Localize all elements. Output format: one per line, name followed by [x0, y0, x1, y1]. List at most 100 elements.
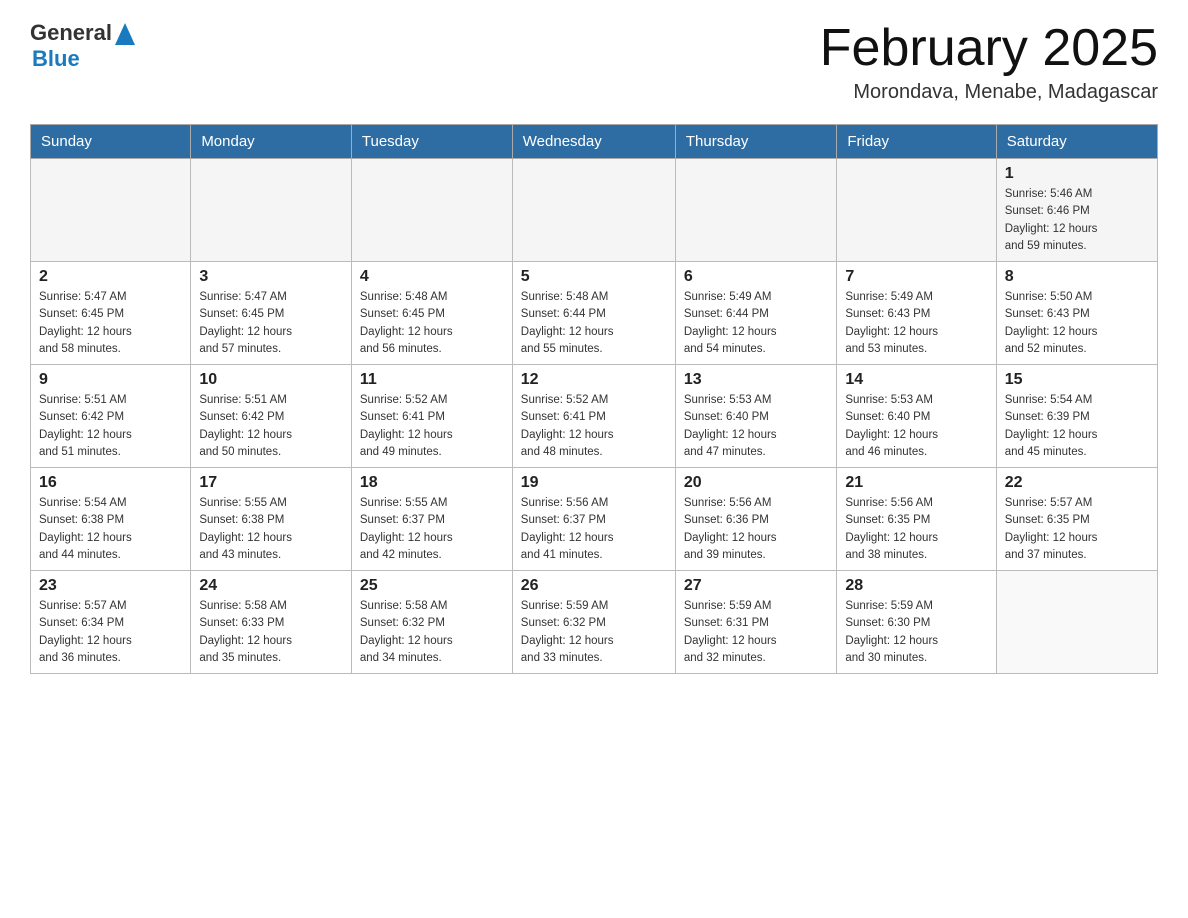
calendar-cell: 4Sunrise: 5:48 AMSunset: 6:45 PMDaylight… — [351, 262, 512, 365]
day-info: Sunrise: 5:58 AMSunset: 6:32 PMDaylight:… — [360, 598, 504, 667]
day-number: 11 — [360, 371, 504, 389]
calendar-cell: 5 Sunrise: 5:48 AMSunset: 6:44 PMDaylight… — [512, 262, 675, 365]
day-number: 22 — [1005, 474, 1149, 492]
calendar-cell — [996, 571, 1157, 674]
calendar-header-wednesday: Wednesday — [512, 125, 675, 159]
calendar-table: SundayMondayTuesdayWednesdayThursdayFrid… — [30, 124, 1158, 674]
calendar-cell: 7Sunrise: 5:49 AMSunset: 6:43 PMDaylight… — [837, 262, 996, 365]
day-number: 9 — [39, 371, 182, 389]
header: General Blue February 2025 Morondava, Me… — [30, 20, 1158, 104]
calendar-cell: 10 Sunrise: 5:51 AMSunset: 6:42 PMDayligh… — [191, 365, 352, 468]
day-number: 25 — [360, 577, 504, 595]
calendar-cell: 24Sunrise: 5:58 AMSunset: 6:33 PMDayligh… — [191, 571, 352, 674]
calendar-cell: 14 Sunrise: 5:53 AMSunset: 6:40 PMDayligh… — [837, 365, 996, 468]
day-info: Sunrise: 5:52 AMSunset: 6:41 PMDaylight:… — [360, 392, 504, 461]
day-info: Sunrise: 5:59 AMSunset: 6:32 PMDaylight:… — [521, 598, 667, 667]
calendar-week-row: 9 Sunrise: 5:51 AMSunset: 6:42 PMDaylight… — [31, 365, 1158, 468]
day-info: Sunrise: 5:50 AMSunset: 6:43 PMDaylight:… — [1005, 289, 1149, 358]
day-number: 2 — [39, 268, 182, 286]
calendar-cell: 11 Sunrise: 5:52 AMSunset: 6:41 PMDayligh… — [351, 365, 512, 468]
calendar-cell — [675, 159, 836, 262]
calendar-cell: 19Sunrise: 5:56 AMSunset: 6:37 PMDayligh… — [512, 468, 675, 571]
logo-general-text: General — [30, 20, 112, 46]
day-info: Sunrise: 5:57 AMSunset: 6:35 PMDaylight:… — [1005, 495, 1149, 564]
day-info: Sunrise: 5:52 AMSunset: 6:41 PMDaylight:… — [521, 392, 667, 461]
calendar-cell — [191, 159, 352, 262]
calendar-cell: 2 Sunrise: 5:47 AMSunset: 6:45 PMDaylight… — [31, 262, 191, 365]
day-number: 12 — [521, 371, 667, 389]
day-info: Sunrise: 5:59 AMSunset: 6:31 PMDaylight:… — [684, 598, 828, 667]
calendar-cell: 27Sunrise: 5:59 AMSunset: 6:31 PMDayligh… — [675, 571, 836, 674]
day-info: Sunrise: 5:47 AMSunset: 6:45 PMDaylight:… — [199, 289, 343, 358]
day-number: 23 — [39, 577, 182, 595]
calendar-header-tuesday: Tuesday — [351, 125, 512, 159]
calendar-header-monday: Monday — [191, 125, 352, 159]
calendar-cell: 23 Sunrise: 5:57 AMSunset: 6:34 PMDayligh… — [31, 571, 191, 674]
calendar-header-row: SundayMondayTuesdayWednesdayThursdayFrid… — [31, 125, 1158, 159]
calendar-header-friday: Friday — [837, 125, 996, 159]
day-info: Sunrise: 5:49 AMSunset: 6:43 PMDaylight:… — [845, 289, 987, 358]
calendar-cell: 26 Sunrise: 5:59 AMSunset: 6:32 PMDayligh… — [512, 571, 675, 674]
day-number: 15 — [1005, 371, 1149, 389]
calendar-cell: 9 Sunrise: 5:51 AMSunset: 6:42 PMDaylight… — [31, 365, 191, 468]
day-number: 20 — [684, 474, 828, 492]
day-number: 5 — [521, 268, 667, 286]
title-area: February 2025 Morondava, Menabe, Madagas… — [820, 20, 1158, 104]
calendar-cell: 1 Sunrise: 5:46 AMSunset: 6:46 PMDaylight… — [996, 159, 1157, 262]
logo-blue-text: Blue — [32, 46, 80, 72]
calendar-cell — [351, 159, 512, 262]
day-info: Sunrise: 5:46 AMSunset: 6:46 PMDaylight:… — [1005, 186, 1149, 255]
day-number: 6 — [684, 268, 828, 286]
calendar-cell: 28 Sunrise: 5:59 AMSunset: 6:30 PMDayligh… — [837, 571, 996, 674]
day-info: Sunrise: 5:47 AMSunset: 6:45 PMDaylight:… — [39, 289, 182, 358]
calendar-week-row: 1 Sunrise: 5:46 AMSunset: 6:46 PMDaylight… — [31, 159, 1158, 262]
day-number: 14 — [845, 371, 987, 389]
day-info: Sunrise: 5:59 AMSunset: 6:30 PMDaylight:… — [845, 598, 987, 667]
day-info: Sunrise: 5:54 AMSunset: 6:39 PMDaylight:… — [1005, 392, 1149, 461]
calendar-cell: 18 Sunrise: 5:55 AMSunset: 6:37 PMDayligh… — [351, 468, 512, 571]
calendar-cell: 12 Sunrise: 5:52 AMSunset: 6:41 PMDayligh… — [512, 365, 675, 468]
day-number: 16 — [39, 474, 182, 492]
calendar-cell — [837, 159, 996, 262]
day-info: Sunrise: 5:54 AMSunset: 6:38 PMDaylight:… — [39, 495, 182, 564]
day-number: 10 — [199, 371, 343, 389]
calendar-cell: 6 Sunrise: 5:49 AMSunset: 6:44 PMDaylight… — [675, 262, 836, 365]
day-number: 4 — [360, 268, 504, 286]
calendar-cell — [512, 159, 675, 262]
day-number: 26 — [521, 577, 667, 595]
day-number: 24 — [199, 577, 343, 595]
day-info: Sunrise: 5:51 AMSunset: 6:42 PMDaylight:… — [199, 392, 343, 461]
calendar-cell: 25 Sunrise: 5:58 AMSunset: 6:32 PMDayligh… — [351, 571, 512, 674]
calendar-cell: 21 Sunrise: 5:56 AMSunset: 6:35 PMDayligh… — [837, 468, 996, 571]
calendar-cell: 8Sunrise: 5:50 AMSunset: 6:43 PMDaylight… — [996, 262, 1157, 365]
calendar-cell: 16 Sunrise: 5:54 AMSunset: 6:38 PMDayligh… — [31, 468, 191, 571]
day-info: Sunrise: 5:56 AMSunset: 6:37 PMDaylight:… — [521, 495, 667, 564]
day-info: Sunrise: 5:53 AMSunset: 6:40 PMDaylight:… — [845, 392, 987, 461]
day-number: 1 — [1005, 165, 1149, 183]
day-info: Sunrise: 5:55 AMSunset: 6:37 PMDaylight:… — [360, 495, 504, 564]
day-info: Sunrise: 5:48 AMSunset: 6:44 PMDaylight:… — [521, 289, 667, 358]
calendar-cell: 13 Sunrise: 5:53 AMSunset: 6:40 PMDayligh… — [675, 365, 836, 468]
day-info: Sunrise: 5:49 AMSunset: 6:44 PMDaylight:… — [684, 289, 828, 358]
day-info: Sunrise: 5:55 AMSunset: 6:38 PMDaylight:… — [199, 495, 343, 564]
location-title: Morondava, Menabe, Madagascar — [820, 81, 1158, 104]
month-title: February 2025 — [820, 20, 1158, 77]
day-info: Sunrise: 5:51 AMSunset: 6:42 PMDaylight:… — [39, 392, 182, 461]
day-info: Sunrise: 5:53 AMSunset: 6:40 PMDaylight:… — [684, 392, 828, 461]
calendar-cell: 22 Sunrise: 5:57 AMSunset: 6:35 PMDayligh… — [996, 468, 1157, 571]
calendar-cell: 15 Sunrise: 5:54 AMSunset: 6:39 PMDayligh… — [996, 365, 1157, 468]
day-number: 28 — [845, 577, 987, 595]
day-number: 13 — [684, 371, 828, 389]
day-info: Sunrise: 5:57 AMSunset: 6:34 PMDaylight:… — [39, 598, 182, 667]
calendar-cell: 20 Sunrise: 5:56 AMSunset: 6:36 PMDayligh… — [675, 468, 836, 571]
day-info: Sunrise: 5:56 AMSunset: 6:36 PMDaylight:… — [684, 495, 828, 564]
calendar-header-saturday: Saturday — [996, 125, 1157, 159]
day-number: 21 — [845, 474, 987, 492]
calendar-week-row: 23 Sunrise: 5:57 AMSunset: 6:34 PMDayligh… — [31, 571, 1158, 674]
day-number: 3 — [199, 268, 343, 286]
day-number: 18 — [360, 474, 504, 492]
day-info: Sunrise: 5:56 AMSunset: 6:35 PMDaylight:… — [845, 495, 987, 564]
day-number: 17 — [199, 474, 343, 492]
calendar-cell: 3 Sunrise: 5:47 AMSunset: 6:45 PMDaylight… — [191, 262, 352, 365]
calendar-cell: 17 Sunrise: 5:55 AMSunset: 6:38 PMDayligh… — [191, 468, 352, 571]
